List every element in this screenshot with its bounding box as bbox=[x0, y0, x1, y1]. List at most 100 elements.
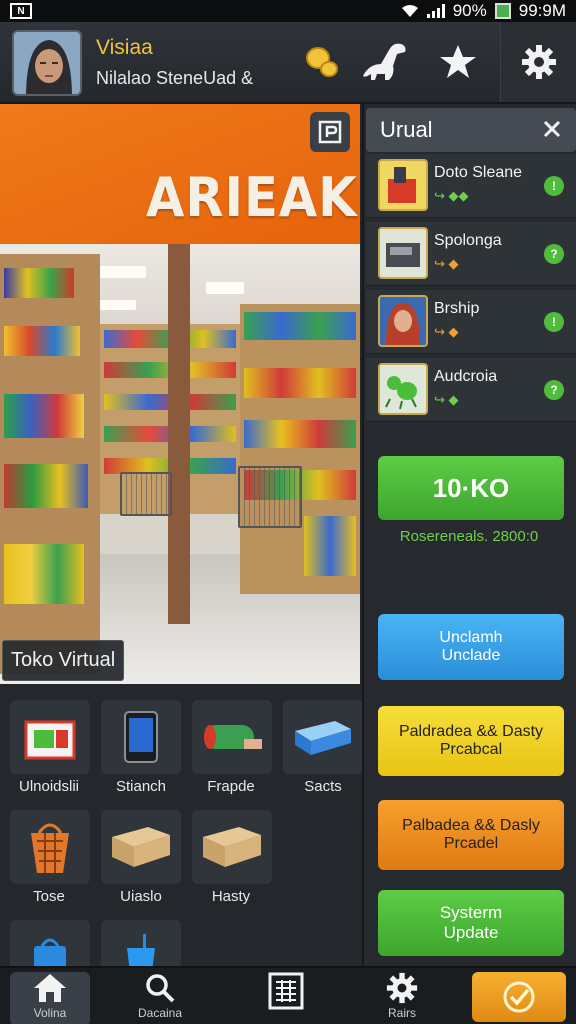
expand-button[interactable] bbox=[310, 112, 350, 152]
check-circle-icon bbox=[503, 981, 535, 1013]
status-dot-icon: ? bbox=[544, 380, 564, 400]
header-settings-button[interactable] bbox=[500, 22, 576, 102]
shopping-bag-icon bbox=[34, 938, 66, 966]
battery-percent: 90% bbox=[452, 1, 487, 20]
home-icon bbox=[34, 974, 66, 1002]
system-update-button[interactable]: Systerm Update bbox=[378, 890, 564, 956]
user-subtitle: Nilalao SteneUad & bbox=[96, 68, 254, 88]
button-label: Unclamh bbox=[439, 629, 503, 646]
machine-icon bbox=[378, 227, 428, 279]
counter-value: 10·KO bbox=[432, 472, 510, 503]
product-label: Hasty bbox=[211, 888, 251, 905]
panel-title: Urual bbox=[380, 117, 433, 142]
shopping-cart bbox=[120, 472, 172, 516]
signal-icon bbox=[426, 4, 445, 18]
star-icon bbox=[440, 45, 476, 78]
button-label: Prcabcal bbox=[439, 741, 503, 758]
product-label: Uiaslo bbox=[120, 888, 162, 905]
package-icon bbox=[295, 721, 351, 755]
product-label: Tose bbox=[33, 888, 65, 905]
shelf-left bbox=[0, 254, 100, 674]
phone-icon bbox=[124, 711, 158, 763]
item-name: Audcroia bbox=[434, 368, 498, 385]
item-sub: ↪ ◆◆ bbox=[434, 188, 469, 203]
list-item[interactable]: Brship ↪ ◆ ! bbox=[366, 290, 576, 354]
coins-button[interactable] bbox=[296, 38, 348, 86]
dinosaur-icon bbox=[363, 43, 406, 80]
shelf-right bbox=[240, 304, 360, 594]
gear-icon bbox=[386, 972, 418, 1004]
product-tile[interactable] bbox=[10, 810, 90, 884]
button-label: Update bbox=[443, 923, 499, 942]
product-tile[interactable] bbox=[192, 810, 272, 884]
clock: 99:9M bbox=[518, 1, 566, 20]
cup-icon bbox=[127, 934, 155, 966]
product-label: Stianch bbox=[115, 778, 167, 795]
product-label: Frapde bbox=[207, 778, 255, 795]
yellow-action-button[interactable]: Paldradea && Dasty Prcabcal bbox=[378, 706, 564, 776]
item-sub: ↪ ◆ bbox=[434, 392, 459, 407]
app-notification-icon: N bbox=[10, 3, 32, 19]
store-label: Toko Virtual bbox=[2, 640, 125, 681]
list-item[interactable]: Spolonga ↪ ◆ ? bbox=[366, 222, 576, 286]
product-label: Ulnoidslii bbox=[18, 778, 80, 795]
nav-confirm-button[interactable] bbox=[472, 972, 566, 1022]
orange-action-button[interactable]: Palbadea && Dasly Prcadel bbox=[378, 800, 564, 870]
product-tile[interactable] bbox=[192, 700, 272, 774]
list-item[interactable]: Doto Sleane ↪ ◆◆ ! bbox=[366, 154, 576, 218]
unclaim-button[interactable]: Unclamh Unclade bbox=[378, 614, 564, 680]
coins-icon bbox=[306, 47, 338, 77]
nav-home[interactable]: Volina bbox=[10, 972, 90, 1024]
item-name: Brship bbox=[434, 300, 480, 317]
avatar[interactable] bbox=[12, 30, 82, 96]
side-panel: Urual Doto Sleane ↪ ◆◆ ! Spolonga ↪ ◆ ? … bbox=[362, 104, 576, 966]
panel-header: Urual bbox=[366, 108, 576, 152]
item-name: Spolonga bbox=[434, 232, 502, 249]
nav-settings[interactable]: Rairs bbox=[362, 972, 442, 1024]
nav-search[interactable]: Dacaina bbox=[120, 972, 200, 1024]
item-sub: ↪ ◆ bbox=[434, 324, 459, 339]
bottom-navigation: Volina Dacaina Rairs bbox=[0, 966, 576, 1024]
store-view[interactable]: ARIEAKIA Toko Virtual bbox=[0, 104, 360, 684]
product-grid: Ulnoidslii Stianch Frapde Sacts Tose Uia… bbox=[0, 686, 362, 966]
ant-icon bbox=[378, 363, 428, 415]
nav-label: Rairs bbox=[387, 1006, 416, 1020]
button-label: Systerm bbox=[439, 903, 503, 922]
gear-icon bbox=[521, 45, 556, 79]
list-item[interactable]: Audcroia ↪ ◆ ? bbox=[366, 358, 576, 422]
close-button[interactable] bbox=[542, 116, 562, 144]
item-name: Doto Sleane bbox=[434, 164, 523, 181]
product-tile[interactable] bbox=[101, 700, 181, 774]
bucket-icon bbox=[378, 159, 428, 211]
button-label: Paldradea && Dasty bbox=[398, 723, 544, 740]
basket-icon bbox=[31, 823, 69, 873]
counter-display[interactable]: 10·KO bbox=[378, 456, 564, 520]
status-dot-icon: ! bbox=[544, 176, 564, 196]
user-portrait-icon bbox=[14, 32, 80, 94]
product-tile[interactable] bbox=[283, 700, 362, 774]
favorites-button[interactable] bbox=[432, 38, 484, 86]
roll-icon bbox=[204, 725, 262, 749]
store-pillar bbox=[168, 244, 190, 624]
product-tile[interactable] bbox=[101, 920, 181, 966]
document-list-icon bbox=[268, 972, 304, 1010]
person-icon bbox=[378, 295, 428, 347]
nav-label: Volina bbox=[33, 1006, 67, 1020]
search-icon bbox=[146, 974, 175, 1003]
button-label: Unclade bbox=[441, 647, 501, 664]
cardboard-box-icon bbox=[203, 827, 261, 867]
pet-button[interactable] bbox=[358, 38, 410, 86]
nav-label: Dacaina bbox=[137, 1006, 183, 1020]
expand-icon bbox=[318, 120, 342, 144]
store-sign-text: ARIEAKIA bbox=[146, 166, 360, 229]
product-tile[interactable] bbox=[101, 810, 181, 884]
button-label: Prcadel bbox=[443, 835, 499, 852]
gift-box-icon bbox=[24, 720, 76, 760]
user-name: Visiaa bbox=[96, 36, 153, 59]
cardboard-box-icon bbox=[112, 827, 170, 867]
product-tile[interactable] bbox=[10, 920, 90, 966]
nav-list[interactable] bbox=[246, 972, 326, 1024]
product-tile[interactable] bbox=[10, 700, 90, 774]
status-indicators: 90% 99:9M bbox=[401, 1, 566, 21]
button-label: Palbadea && Dasly bbox=[402, 817, 540, 834]
